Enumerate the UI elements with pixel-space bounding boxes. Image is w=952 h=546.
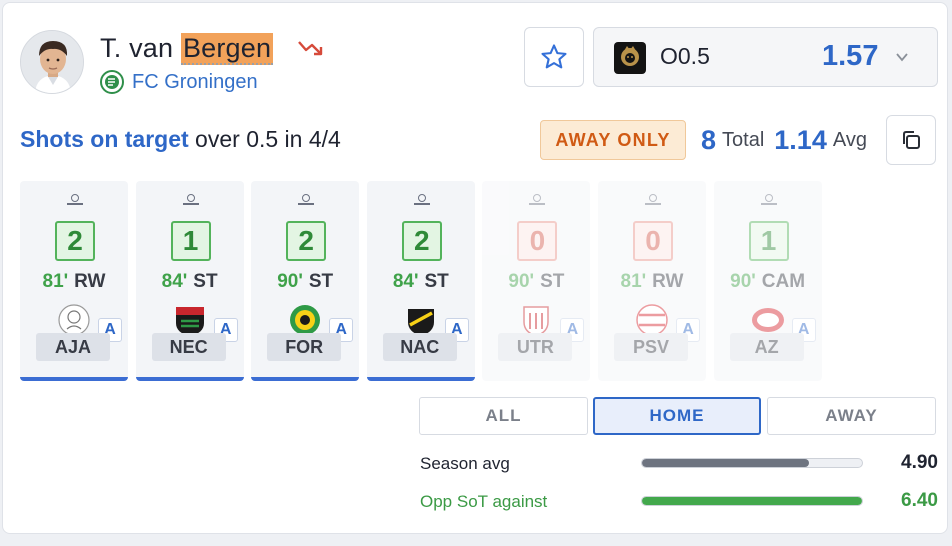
game-minutes: 84' — [392, 271, 419, 292]
chevron-down-icon — [896, 53, 908, 62]
opponent-abbr: FOR — [267, 333, 342, 361]
opponent-logo-icon — [175, 307, 204, 336]
opponent-abbr: NEC — [151, 333, 226, 361]
opponent-abbr: AZ — [729, 333, 804, 361]
opponent-logo-icon — [290, 305, 321, 335]
eredivisie-logo-icon — [760, 194, 777, 205]
eredivisie-logo-icon — [67, 194, 83, 205]
opponent-abbr: AJA — [36, 333, 110, 361]
season-avg-bar — [641, 458, 863, 468]
season-avg-row: Season avg 4.90 — [420, 452, 940, 476]
opponent-logo-icon — [407, 309, 434, 336]
game-minutes-position: 84' ST — [367, 271, 475, 293]
totals-summary: 8 Total 1.14 Avg — [701, 120, 871, 160]
game-value: 1 — [170, 221, 211, 261]
game-card[interactable]: 0 81' RW A PSV — [598, 181, 706, 381]
player-last-name: Bergen — [180, 33, 274, 65]
opp-sot-value: 6.40 — [901, 490, 938, 511]
game-card[interactable]: 1 84' ST A NEC — [135, 181, 244, 381]
opponent-abbr: PSV — [614, 333, 688, 361]
eredivisie-logo-icon — [413, 194, 430, 205]
game-card[interactable]: 2 81' RW A AJA — [20, 181, 128, 381]
opp-sot-fill — [642, 497, 862, 505]
trend-down-icon — [298, 41, 323, 56]
game-value: 2 — [286, 221, 327, 261]
game-position: RW — [652, 271, 684, 292]
game-position: ST — [193, 271, 218, 292]
game-minutes: 90' — [508, 271, 535, 292]
game-position: ST — [308, 271, 334, 292]
opp-sot-label: Opp SoT against — [420, 492, 548, 511]
star-icon — [541, 44, 567, 69]
copy-icon — [903, 131, 920, 149]
season-avg-fill — [642, 459, 810, 467]
game-minutes: 90' — [277, 271, 303, 292]
game-minutes: 81' — [620, 271, 647, 292]
game-value: 2 — [401, 221, 442, 261]
eredivisie-logo-icon — [529, 194, 546, 205]
filter-home-button[interactable]: HOME — [593, 397, 761, 435]
eredivisie-logo-icon — [182, 194, 199, 205]
game-minutes-position: 84' ST — [136, 271, 244, 293]
odds-line: O0.5 — [660, 43, 710, 69]
game-position: CAM — [761, 271, 806, 292]
game-log: 2 81' RW A AJA 1 84' ST A NEC 2 90' ST A FOR 2 84' ST A NAC… — [20, 181, 830, 381]
odds-selector[interactable]: O0.5 1.57 — [593, 27, 938, 87]
game-minutes-position: 90' CAM — [714, 271, 822, 293]
prop-rest: over 0.5 in 4/4 — [188, 126, 341, 152]
total-value: 8 — [701, 124, 717, 155]
season-avg-value: 4.90 — [901, 452, 938, 473]
opponent-abbr: NAC — [382, 333, 457, 361]
eredivisie-logo-icon — [298, 194, 315, 205]
game-minutes: 81' — [42, 271, 69, 292]
opponent-logo-icon — [523, 306, 550, 337]
odds-price: 1.57 — [822, 40, 879, 72]
opp-sot-row: Opp SoT against 6.40 — [420, 490, 940, 514]
filter-away-button[interactable]: AWAY — [767, 397, 936, 435]
game-value: 0 — [633, 221, 673, 261]
season-avg-label: Season avg — [420, 454, 510, 473]
game-position: ST — [424, 271, 449, 292]
opponent-logo-icon — [636, 304, 668, 336]
game-minutes-position: 81' RW — [598, 271, 706, 293]
favorite-button[interactable] — [524, 27, 584, 87]
game-value: 1 — [748, 221, 789, 261]
game-position: ST — [540, 271, 565, 292]
game-card[interactable]: 2 90' ST A FOR — [251, 181, 360, 381]
game-card[interactable]: 0 90' ST A UTR — [482, 181, 591, 381]
avg-label: Avg — [832, 128, 867, 151]
game-minutes: 84' — [161, 271, 188, 292]
prop-stat-link[interactable]: Shots on target — [20, 126, 189, 152]
game-card[interactable]: 1 90' CAM A AZ — [713, 181, 822, 381]
opp-sot-bar — [641, 496, 863, 506]
team-name: FC Groningen — [132, 70, 258, 93]
total-label: Total — [722, 128, 765, 151]
game-minutes-position: 90' ST — [251, 271, 359, 293]
opponent-logo-icon — [58, 304, 90, 336]
filter-all-button[interactable]: ALL — [419, 397, 588, 435]
game-card[interactable]: 2 84' ST A NAC — [366, 181, 475, 381]
player-avatar — [20, 30, 84, 94]
eredivisie-logo-icon — [645, 194, 661, 205]
opponent-logo-icon — [751, 308, 784, 332]
away-only-badge: AWAY ONLY — [540, 120, 686, 160]
game-minutes-position: 81' RW — [20, 271, 128, 293]
player-name[interactable]: T. van Bergen — [100, 31, 274, 65]
copy-button[interactable] — [886, 115, 936, 165]
fc-groningen-logo-icon — [100, 70, 124, 94]
game-minutes: 90' — [730, 271, 756, 292]
game-value: 2 — [55, 221, 95, 261]
sportsbook-logo-icon — [614, 42, 646, 74]
game-position: RW — [74, 271, 106, 292]
player-first-name: T. van — [100, 33, 181, 63]
player-team[interactable]: FC Groningen — [100, 69, 258, 95]
opponent-abbr: UTR — [498, 333, 573, 361]
player-prop-card: T. van Bergen FC Groningen O0.5 1.57 Sho… — [2, 2, 948, 534]
venue-filter: ALL HOME AWAY — [419, 397, 936, 435]
avg-value: 1.14 — [774, 124, 827, 155]
game-minutes-position: 90' ST — [482, 271, 590, 293]
game-value: 0 — [517, 221, 558, 261]
prop-summary: Shots on target over 0.5 in 4/4 — [20, 125, 341, 153]
